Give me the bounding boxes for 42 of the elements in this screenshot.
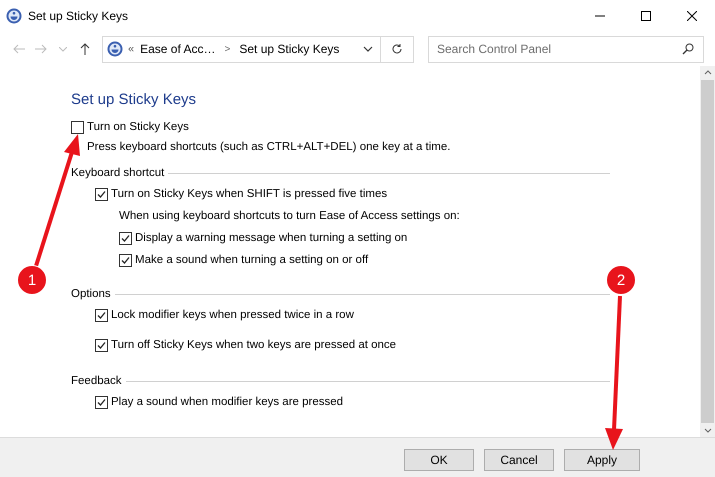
checkbox-label: Turn on Sticky Keys	[87, 121, 189, 133]
search-field[interactable]: Search Control Panel	[428, 36, 704, 62]
overflow-chevron[interactable]: «	[128, 43, 134, 55]
checkbox-label: Turn on Sticky Keys when SHIFT is pressed five times	[111, 188, 388, 200]
refresh-icon[interactable]	[391, 43, 403, 55]
window-title: Set up Sticky Keys	[28, 9, 128, 23]
checkbox-label: Make a sound when turning a setting on or off	[135, 254, 368, 266]
maximize-icon[interactable]	[641, 11, 651, 21]
scrollbar-thumb[interactable]	[701, 80, 714, 423]
checkbox-label: Turn off Sticky Keys when two keys are pressed at once	[111, 339, 396, 351]
checkbox[interactable]	[119, 254, 132, 266]
description-text: Press keyboard shortcuts (such as CTRL+ALT+DEL) one key at a time.	[87, 141, 452, 153]
search-icon[interactable]	[682, 42, 694, 54]
address-bar[interactable]: « Ease of Acc… > Set up Sticky Keys	[102, 36, 414, 62]
callout-badge: 1	[17, 265, 47, 295]
breadcrumb[interactable]: Set up Sticky Keys	[239, 42, 340, 56]
dialog-button[interactable]: OK	[404, 448, 474, 470]
page-heading: Set up Sticky Keys	[71, 91, 198, 108]
section-title: Keyboard shortcut	[71, 167, 164, 179]
checkbox[interactable]	[95, 396, 108, 408]
dialog-button[interactable]: Apply	[564, 448, 640, 470]
checkbox[interactable]	[119, 232, 132, 244]
section-title: Feedback	[71, 375, 122, 387]
checkbox[interactable]	[95, 308, 108, 322]
scrollbar[interactable]	[700, 66, 715, 437]
close-icon[interactable]	[687, 11, 697, 21]
checkbox-label: Display a warning message when turning a setting on	[135, 232, 408, 244]
control-panel-icon	[107, 41, 123, 57]
checkbox-label: Lock modifier keys when pressed twice in a row	[111, 309, 354, 321]
control-panel-icon	[6, 8, 22, 24]
separator-chevron[interactable]: >	[224, 44, 230, 54]
checkbox[interactable]	[95, 338, 108, 352]
breadcrumb[interactable]: Ease of Acc…	[140, 42, 216, 56]
instruction-text: When using keyboard shortcuts to turn Ease of Access settings on:	[119, 209, 461, 224]
checkbox-label: Play a sound when modifier keys are pressed	[111, 396, 344, 408]
checkbox[interactable]	[95, 188, 108, 200]
callout-badge: 2	[606, 265, 636, 295]
up-arrow-icon[interactable]	[80, 43, 90, 55]
dropdown-icon[interactable]	[363, 46, 373, 52]
dialog-button[interactable]: Cancel	[484, 448, 554, 470]
section-title: Options	[71, 288, 111, 300]
checkbox[interactable]	[71, 120, 84, 134]
